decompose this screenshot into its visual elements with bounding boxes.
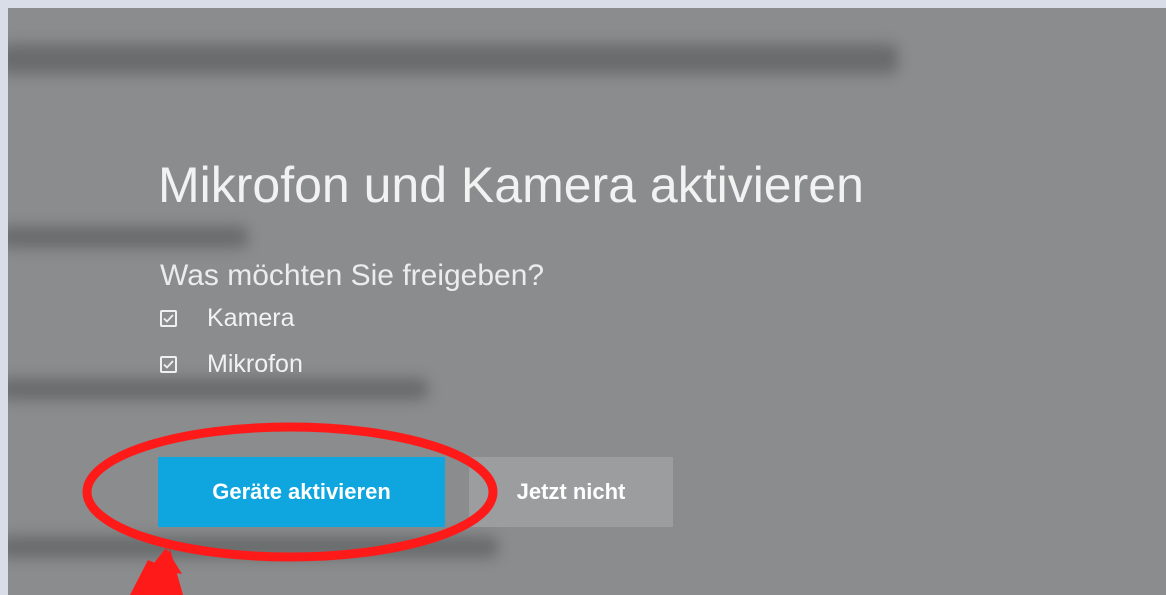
dialog-actions: Geräte aktivieren Jetzt nicht — [158, 457, 673, 527]
device-permission-dialog: Mikrofon und Kamera aktivieren Was möcht… — [158, 155, 1138, 527]
camera-label: Kamera — [207, 304, 295, 332]
enable-devices-button[interactable]: Geräte aktivieren — [158, 457, 445, 527]
option-camera[interactable]: Kamera — [158, 304, 1138, 332]
option-microphone[interactable]: Mikrofon — [158, 350, 1138, 378]
blurred-background-text — [8, 536, 498, 558]
checkmark-icon — [163, 313, 174, 323]
microphone-label: Mikrofon — [207, 350, 303, 378]
not-now-button[interactable]: Jetzt nicht — [469, 457, 673, 527]
dialog-title: Mikrofon und Kamera aktivieren — [158, 157, 864, 213]
microphone-checkbox[interactable] — [160, 355, 177, 373]
dialog-subtitle: Was möchten Sie freigeben? — [160, 259, 545, 292]
camera-checkbox[interactable] — [160, 309, 177, 327]
blurred-background-text — [8, 44, 898, 74]
blurred-background-text — [8, 378, 428, 400]
checkmark-icon — [163, 359, 174, 369]
